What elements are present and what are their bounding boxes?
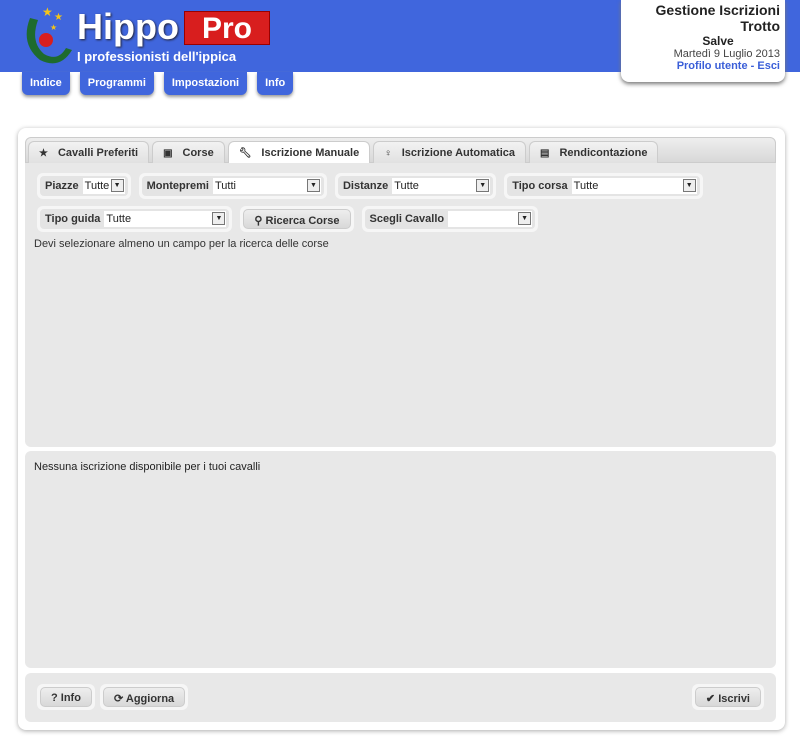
tab-iscrizione-manuale[interactable]: 🔧︎ Iscrizione Manuale — [227, 141, 371, 164]
piazze-select[interactable]: Tutte ▼ — [82, 178, 125, 194]
search-races-button[interactable]: ⚲ Ricerca Corse — [243, 209, 351, 229]
search-message: Devi selezionare almeno un campo per la … — [34, 238, 329, 250]
tipo-corsa-select[interactable]: Tutte ▼ — [571, 178, 697, 194]
star-icon: ★ — [39, 148, 48, 159]
tab-iscrizione-automatica[interactable]: ♀ Iscrizione Automatica — [373, 141, 527, 164]
logout-link[interactable]: Esci — [757, 60, 780, 72]
profile-link[interactable]: Profilo utente — [677, 60, 748, 72]
info-button[interactable]: ? Info — [40, 687, 92, 707]
tab-corse[interactable]: ▣ Corse — [152, 141, 225, 164]
app-title: Gestione Iscrizioni Trotto — [655, 2, 780, 34]
main-nav: Indice Programmi Impostazioni Info — [22, 72, 294, 95]
tab-bar: ★ Cavalli Preferiti ▣ Corse 🔧︎ Iscrizione M… — [25, 137, 776, 164]
greeting: Salve — [702, 34, 734, 48]
brand-badge: Pro — [184, 11, 270, 45]
brand-name: Hippo — [77, 6, 179, 47]
wrench-icon: 🔧︎ — [238, 148, 252, 159]
search-panel: Piazze Tutte ▼ Montepremi Tutti ▼ Distanze Tu… — [25, 163, 776, 447]
question-icon: ? — [51, 692, 61, 704]
distanze-select[interactable]: Tutte ▼ — [392, 178, 491, 194]
lightbulb-icon: ♀ — [384, 148, 392, 159]
nav-indice[interactable]: Indice — [22, 72, 70, 95]
calendar-icon: ▣ — [163, 148, 173, 159]
refresh-icon: ⟳ — [114, 693, 126, 705]
montepremi-select[interactable]: Tutti ▼ — [212, 178, 321, 194]
svg-text:★: ★ — [42, 5, 53, 19]
tipo-guida-select[interactable]: Tutte ▼ — [104, 211, 227, 227]
submit-button[interactable]: ✔ Iscrivi — [694, 687, 761, 707]
footer-toolbar: ? Info ⟳ Aggiorna ✔ Iscrivi — [25, 673, 776, 722]
chevron-down-icon: ▼ — [518, 212, 532, 225]
nav-impostazioni[interactable]: Impostazioni — [163, 72, 248, 95]
horse-select[interactable]: ▼ — [448, 211, 533, 227]
nav-programmi[interactable]: Programmi — [79, 72, 154, 95]
chevron-down-icon: ▼ — [212, 212, 226, 225]
chevron-down-icon: ▼ — [682, 179, 696, 192]
nav-info[interactable]: Info — [257, 72, 294, 95]
svg-text:★: ★ — [50, 23, 57, 32]
refresh-button[interactable]: ⟳ Aggiorna — [103, 687, 186, 707]
entries-message: Nessuna iscrizione disponibile per i tuo… — [34, 461, 261, 473]
chevron-down-icon: ▼ — [476, 179, 490, 192]
current-date: Martedì 9 Luglio 2013 — [673, 48, 780, 60]
chevron-down-icon: ▼ — [306, 179, 320, 192]
logo-emblem-icon: ★ ★★ — [26, 5, 73, 64]
tagline: I professionisti dell'ippica — [77, 49, 237, 64]
entries-panel: Nessuna iscrizione disponibile per i tuo… — [25, 451, 776, 668]
svg-text:★: ★ — [54, 12, 63, 23]
tab-rendicontazione[interactable]: ▤ Rendicontazione — [529, 141, 659, 164]
link-separator: - — [747, 60, 758, 72]
search-icon: ⚲ — [254, 215, 266, 227]
tab-cavalli-preferiti[interactable]: ★ Cavalli Preferiti — [28, 141, 150, 164]
user-box: Gestione Iscrizioni Trotto Salve Martedì… — [621, 0, 785, 82]
main-container: ★ Cavalli Preferiti ▣ Corse 🔧︎ Iscrizione M… — [18, 128, 785, 730]
chevron-down-icon: ▼ — [110, 179, 124, 192]
list-icon: ▤ — [540, 148, 550, 159]
check-icon: ✔ — [705, 693, 719, 705]
